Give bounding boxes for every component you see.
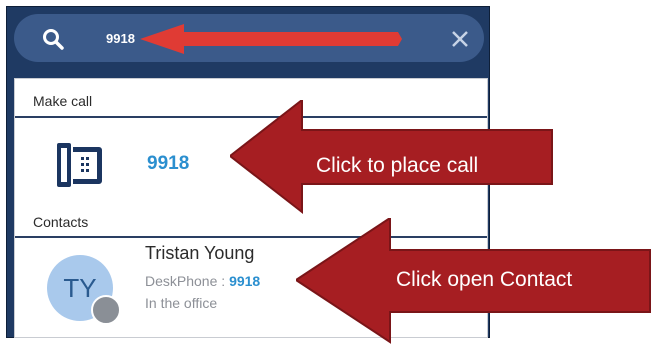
callout-open-contact-text: Click open Contact	[396, 268, 573, 291]
contact-phone-number[interactable]: 9918	[229, 273, 260, 289]
contact-name[interactable]: Tristan Young	[145, 243, 254, 264]
contact-phone-label: DeskPhone :	[145, 273, 230, 289]
deskphone-icon	[57, 143, 102, 187]
search-arrow	[140, 24, 402, 54]
call-number[interactable]: 9918	[147, 153, 189, 175]
close-icon[interactable]	[450, 29, 470, 49]
contact-phone: DeskPhone : 9918	[145, 273, 260, 289]
callout-place-call-text: Click to place call	[316, 154, 479, 177]
section-label-contacts: Contacts	[33, 214, 89, 230]
search-icon[interactable]	[42, 28, 64, 50]
section-label-make-call: Make call	[33, 93, 93, 109]
search-input[interactable]: 9918	[106, 30, 135, 48]
presence-status-dot	[91, 295, 121, 325]
contact-status: In the office	[145, 295, 218, 311]
